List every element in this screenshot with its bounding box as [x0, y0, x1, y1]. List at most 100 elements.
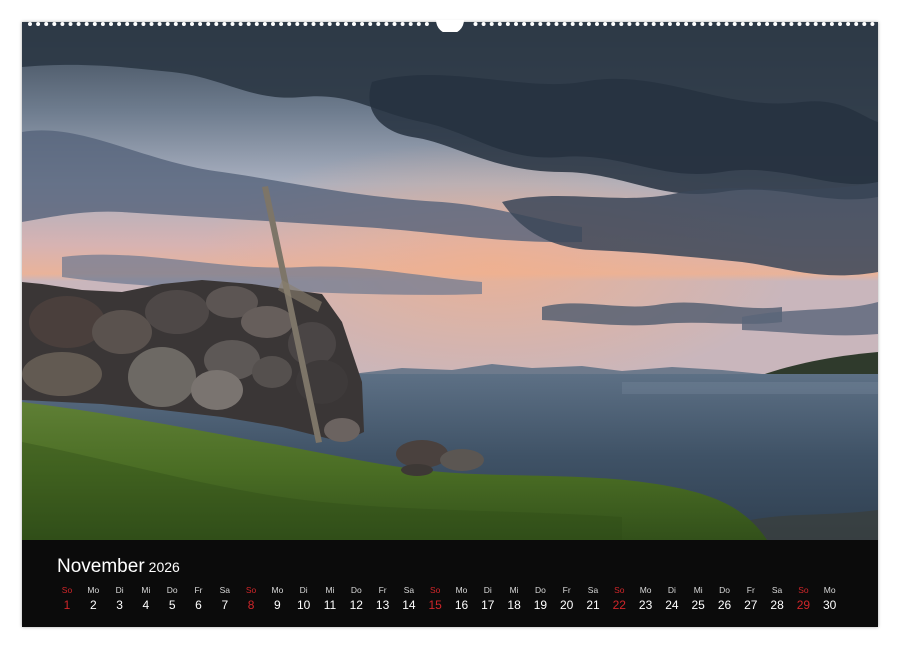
day-number: 22: [612, 598, 626, 612]
day-number: 16: [454, 598, 469, 612]
binding-hole: [700, 22, 705, 26]
binding-hole: [586, 22, 591, 26]
binding-hole: [44, 22, 49, 26]
binding-hole: [125, 22, 130, 26]
day-number: 9: [274, 598, 281, 612]
weekday-label: Mi: [509, 585, 519, 595]
binding-hole: [360, 22, 365, 26]
day-number: 23: [638, 598, 653, 612]
binding-hole: [133, 22, 138, 26]
binding-hole: [230, 22, 235, 26]
weekday-label: Fr: [746, 585, 755, 595]
binding-hole: [570, 22, 575, 26]
binding-hole: [376, 22, 381, 26]
binding-hole: [311, 22, 316, 26]
binding-hole: [173, 22, 178, 26]
binding-hole: [676, 22, 680, 26]
binding-hole: [76, 22, 81, 26]
binding-hole: [181, 22, 186, 26]
binding-hole: [595, 22, 599, 26]
day-number: 27: [744, 598, 758, 612]
binding-hole: [489, 22, 494, 26]
binding-hole: [271, 22, 275, 26]
day-number: 12: [349, 598, 363, 612]
binding-hole: [52, 22, 57, 26]
binding-hole: [684, 22, 689, 26]
day-number: 8: [247, 598, 255, 612]
binding-hole: [206, 22, 211, 26]
binding-hole: [327, 22, 332, 26]
day-number: 14: [402, 598, 416, 612]
weekday-label: Mo: [823, 585, 836, 595]
day-number: 25: [691, 598, 705, 612]
binding-hole: [117, 22, 122, 26]
weekday-label: Di: [115, 585, 124, 595]
binding-hole: [846, 22, 851, 26]
weekday-label: Di: [483, 585, 492, 595]
weekday-label: Di: [299, 585, 308, 595]
landscape-photo: [22, 22, 878, 540]
binding-hole: [254, 22, 259, 26]
weekday-label: Mo: [455, 585, 468, 595]
binding-hole: [619, 22, 624, 26]
day-number: 10: [297, 598, 311, 612]
binding-hole: [141, 22, 146, 26]
weekday-label: Di: [667, 585, 676, 595]
month-title: November 2026: [57, 556, 180, 578]
day-number: 13: [375, 598, 390, 612]
binding-hole: [667, 22, 672, 26]
day-number: 3: [116, 598, 123, 612]
day-number: 2: [89, 598, 97, 612]
day-number: 26: [717, 598, 732, 612]
binding-hole: [473, 22, 478, 26]
binding-hole: [659, 22, 664, 26]
binding-hole: [789, 22, 794, 26]
binding-hole: [190, 22, 194, 26]
binding-hole: [838, 22, 842, 26]
day-number: 24: [665, 598, 679, 612]
binding-hole: [295, 22, 300, 26]
binding-hole: [643, 22, 648, 26]
binding-hole: [36, 22, 41, 26]
binding-hole: [109, 22, 113, 26]
binding-hole: [335, 22, 340, 26]
binding-hole: [603, 22, 608, 26]
binding-hole: [773, 22, 778, 26]
binding-hole: [497, 22, 502, 26]
day-number: 20: [560, 598, 574, 612]
day-number: 11: [323, 598, 337, 612]
binding-hole: [765, 22, 770, 26]
binding-hole: [100, 22, 105, 26]
binding-hole: [287, 22, 292, 26]
month-name: November: [57, 556, 145, 577]
weekday-label: Mi: [141, 585, 151, 595]
weekday-label: So: [429, 585, 441, 595]
day-number: 5: [168, 598, 176, 612]
binding-hole: [481, 22, 486, 26]
binding-hole: [214, 22, 219, 26]
weekday-label: So: [245, 585, 257, 595]
year-label: 2026: [148, 559, 180, 575]
day-number: 1: [63, 598, 71, 612]
binding-hole: [546, 22, 551, 26]
binding-hole: [797, 22, 802, 26]
weekday-label: Do: [719, 585, 730, 595]
weekday-label: Mo: [639, 585, 652, 595]
binding-hole: [862, 22, 867, 26]
weekday-label: Sa: [219, 585, 230, 595]
binding-hole: [368, 22, 373, 26]
binding-hole: [805, 22, 810, 26]
weekday-label: Do: [350, 585, 362, 595]
binding-hole: [716, 22, 721, 26]
binding-hole: [692, 22, 697, 26]
binding-hole: [813, 22, 818, 26]
binding-hole: [829, 22, 834, 26]
binding-hole: [651, 22, 656, 26]
binding-hole: [538, 22, 543, 26]
day-number: 18: [507, 598, 521, 612]
weekday-label: Do: [166, 585, 178, 595]
binding-hole: [343, 22, 348, 26]
binding-hole: [424, 22, 429, 26]
binding-hole: [279, 22, 284, 26]
weekday-label: Do: [534, 585, 546, 595]
